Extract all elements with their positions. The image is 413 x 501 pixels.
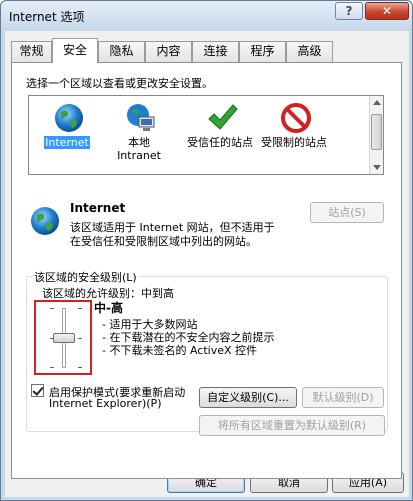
- protected-mode-label-line2: Internet Explorer)(P): [49, 397, 162, 410]
- zone-list: Internet 本地 Intranet 受信任的站点 受限制的站点: [28, 95, 384, 175]
- scroll-thumb[interactable]: [371, 114, 382, 150]
- internet-options-window: Internet 选项 ? ✕ 常规 安全 隐私 内容 连接 程序 高级 选择一…: [0, 0, 413, 501]
- globe-icon: [55, 104, 83, 132]
- help-button[interactable]: ?: [335, 2, 363, 20]
- tab-content[interactable]: 内容: [145, 41, 192, 62]
- custom-level-button[interactable]: 自定义级别(C)...: [199, 387, 297, 408]
- tab-advanced[interactable]: 高级: [286, 41, 333, 62]
- zone-trusted-label: 受信任的站点: [187, 136, 253, 149]
- close-button[interactable]: ✕: [365, 2, 409, 20]
- reset-all-zones-button[interactable]: 将所有区域重置为默认级别(R): [199, 415, 385, 436]
- title-bar: Internet 选项 ? ✕: [1, 1, 412, 31]
- level-bullet-3: - 不下载未签名的 ActiveX 控件: [102, 344, 258, 357]
- scroll-up-icon[interactable]: [373, 100, 381, 105]
- intranet-icon: [127, 104, 155, 131]
- zones-prompt: 选择一个区域以查看或更改安全设置。: [26, 77, 213, 90]
- zone-restricted-label: 受限制的站点: [261, 136, 327, 149]
- selected-zone-name: Internet: [70, 201, 126, 215]
- tab-general[interactable]: 常规: [11, 41, 52, 62]
- security-level-name: 中-高: [94, 301, 123, 315]
- default-level-button[interactable]: 默认级别(D): [302, 387, 384, 408]
- dialog-client-area: 常规 安全 隐私 内容 连接 程序 高级 选择一个区域以查看或更改安全设置。 I…: [5, 31, 409, 497]
- zone-list-scrollbar[interactable]: [369, 96, 383, 174]
- zone-intranet-label-line1: 本地: [128, 136, 150, 149]
- zone-intranet-label-line2: Intranet: [117, 149, 161, 162]
- protected-mode-checkbox[interactable]: [31, 384, 44, 397]
- security-level-group-label: 该区域的安全级别(L): [32, 269, 139, 285]
- sites-button[interactable]: 站点(S): [310, 202, 384, 223]
- selected-zone-globe-icon: [31, 207, 59, 235]
- tab-security[interactable]: 安全: [52, 38, 98, 63]
- window-title: Internet 选项: [9, 10, 85, 24]
- zone-description-line2: 在受信任和受限制区域中列出的网站。: [70, 235, 257, 248]
- tab-connections[interactable]: 连接: [192, 41, 239, 62]
- security-level-slider[interactable]: [34, 300, 92, 375]
- security-tab-page: 选择一个区域以查看或更改安全设置。 Internet 本地 Intranet 受…: [11, 62, 402, 479]
- zone-trusted-sites[interactable]: 受信任的站点: [184, 100, 256, 172]
- zone-local-intranet[interactable]: 本地 Intranet: [103, 100, 175, 172]
- tab-programs[interactable]: 程序: [239, 41, 286, 62]
- scroll-down-icon[interactable]: [373, 165, 381, 170]
- slider-thumb[interactable]: [53, 333, 75, 343]
- zone-restricted-sites[interactable]: 受限制的站点: [258, 100, 330, 172]
- tab-privacy[interactable]: 隐私: [98, 41, 145, 62]
- restricted-icon: [281, 103, 311, 133]
- zone-internet-label: Internet: [44, 136, 90, 149]
- checkmark-icon: [208, 104, 238, 130]
- zone-internet[interactable]: Internet: [31, 100, 103, 172]
